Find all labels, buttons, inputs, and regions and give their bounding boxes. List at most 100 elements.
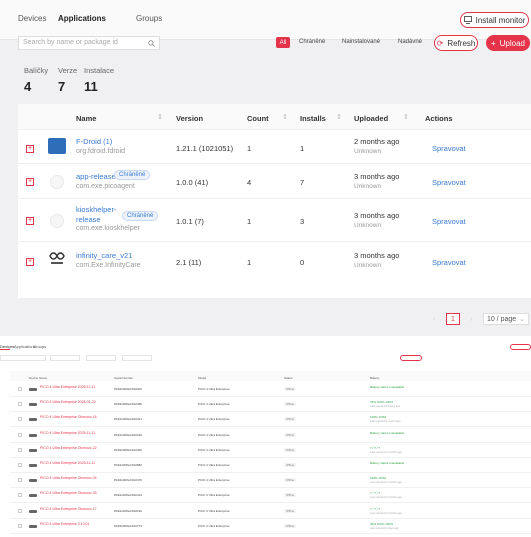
row-checkbox[interactable] (18, 402, 22, 406)
search-button[interactable] (142, 36, 160, 50)
search-input[interactable]: Search by name or package id (18, 36, 160, 50)
sort-icon[interactable]: ⇕ (403, 113, 409, 121)
device-model: PICO 4 Ultra Enterprise (198, 478, 230, 482)
prev-page-button[interactable]: ‹ (429, 313, 439, 325)
headset-icon (29, 494, 37, 497)
device-name[interactable]: PICO 4 Ultra Enterprise Olomouc 22 (40, 446, 97, 450)
app-installs: 1 (300, 144, 305, 153)
row-divider (10, 442, 531, 443)
lower-col-model[interactable]: Model (198, 376, 206, 380)
row-checkbox[interactable] (18, 433, 22, 437)
manage-link[interactable]: Spravovat (432, 144, 466, 153)
col-actions: Actions (425, 114, 453, 123)
headset-icon (29, 479, 37, 482)
app-name[interactable]: app-release (76, 172, 116, 181)
row-checkbox[interactable] (18, 509, 22, 513)
device-name[interactable]: PICO 4 Ultra Enterprise Olomouc 03 (40, 491, 97, 495)
device-name[interactable]: PICO 4 Ultra Enterprise 2026-01-22 (40, 400, 96, 404)
tab-applications[interactable]: Applications (58, 14, 106, 23)
battery-last-reported: Last reported 1 month ago (370, 420, 401, 423)
device-name[interactable]: PICO 4 Ultra Enterprise 3.10.01 (40, 522, 89, 526)
app-name[interactable]: infinity_care_v21 (76, 251, 132, 260)
row-checkbox[interactable] (18, 524, 22, 528)
sort-icon[interactable]: ⇕ (336, 113, 342, 121)
manage-link[interactable]: Spravovat (432, 258, 466, 267)
lower-col-battery[interactable]: Battery (370, 376, 380, 380)
app-name-line1[interactable]: kioskhelper- (76, 205, 116, 214)
lower-refresh-button[interactable] (400, 355, 422, 361)
app-uploader: Unknown (354, 262, 382, 269)
device-name[interactable]: PICO 4 Ultra Enterprise 2025-11-11 (40, 385, 95, 389)
battery-last-reported: Last reported 4 days ago (370, 527, 399, 530)
infinity-care-logo-icon (49, 252, 65, 264)
app-uploader: Unknown (354, 222, 382, 229)
sort-icon[interactable]: ⇕ (282, 113, 288, 121)
device-name[interactable]: PICO 4 Ultra Enterprise 2025-11-11 (40, 431, 95, 435)
expand-row-button[interactable]: + (26, 217, 34, 225)
page-1-button[interactable]: 1 (446, 313, 460, 325)
plus-icon: + (490, 38, 496, 48)
lower-filter-select[interactable] (50, 355, 80, 361)
lower-col-status[interactable]: Status (284, 376, 293, 380)
device-name[interactable]: PICO 4 Ultra Enterprise Olomouc 17 (40, 507, 97, 511)
filter-nadavne[interactable]: Nadávné (398, 39, 422, 45)
app-icon (50, 175, 64, 189)
device-name[interactable]: PICO 4 Ultra Enterprise 2025-11-11 (40, 461, 95, 465)
status-badge: Offline (284, 509, 297, 513)
install-monitor-button[interactable]: Install monitor (460, 12, 529, 28)
col-count[interactable]: Count (247, 114, 269, 123)
expand-row-button[interactable]: + (26, 145, 34, 153)
tab-groups[interactable]: Groups (136, 14, 162, 23)
expand-row-button[interactable]: + (26, 178, 34, 186)
battery-status: Battery status unavailable (370, 431, 405, 435)
battery-status: 46% 100% 100% (370, 522, 394, 526)
row-divider (10, 396, 531, 397)
col-installs[interactable]: Installs (300, 114, 326, 123)
manage-link[interactable]: Spravovat (432, 178, 466, 187)
status-badge: Offline (284, 524, 297, 528)
next-page-button[interactable]: › (466, 313, 476, 325)
status-badge: Offline (284, 387, 297, 391)
app-name-line2[interactable]: release (76, 215, 101, 224)
col-name[interactable]: Name (76, 114, 96, 123)
battery-last-reported: Last reported 2 months ago (370, 512, 402, 515)
refresh-button[interactable]: ⟳ Refresh (434, 35, 478, 51)
upload-button[interactable]: + Upload (486, 35, 530, 51)
lower-install-monitor-button[interactable] (510, 344, 531, 350)
lower-active-tab-indicator (0, 349, 10, 350)
col-version[interactable]: Version (176, 114, 203, 123)
row-checkbox[interactable] (18, 387, 22, 391)
lower-col-serial[interactable]: Serial Number (114, 376, 133, 380)
row-checkbox[interactable] (18, 417, 22, 421)
filter-nainstalovane[interactable]: Nainstalované (342, 39, 380, 45)
refresh-label: Refresh (447, 38, 476, 48)
status-badge: Offline (284, 402, 297, 406)
battery-status: 78% 100% 100% (370, 400, 394, 404)
lower-tab-groups[interactable]: Groups (33, 344, 46, 349)
row-checkbox[interactable] (18, 448, 22, 452)
manage-link[interactable]: Spravovat (432, 217, 466, 226)
stat-installs-label: Instalace (84, 66, 115, 75)
app-name[interactable]: F-Droid (1) (76, 137, 112, 146)
status-badge: Offline (284, 448, 297, 452)
lower-search-input[interactable] (0, 355, 46, 361)
filter-all[interactable]: All (276, 37, 290, 48)
device-model: PICO 4 Ultra Enterprise (198, 524, 230, 528)
row-checkbox[interactable] (18, 463, 22, 467)
row-checkbox[interactable] (18, 478, 22, 482)
tab-devices[interactable]: Devices (18, 14, 46, 23)
device-model: PICO 4 Ultra Enterprise (198, 448, 230, 452)
row-checkbox[interactable] (18, 493, 22, 497)
device-name[interactable]: PICO 4 Ultra Enterprise Olomouc 16 (40, 415, 97, 419)
expand-row-button[interactable]: + (26, 258, 34, 266)
lower-filter-select[interactable] (122, 355, 152, 361)
headset-icon (29, 510, 37, 513)
page-size-select[interactable]: 10 / page ⌄ (483, 313, 529, 325)
col-uploaded[interactable]: Uploaded (354, 114, 388, 123)
sort-icon[interactable]: ⇕ (157, 113, 163, 121)
lower-col-device-name[interactable]: Device Name (29, 376, 47, 380)
app-id: com.exe.picoagent (76, 183, 135, 190)
device-name[interactable]: PICO 4 Ultra Enterprise Olomouc 04 (40, 476, 97, 480)
filter-chranene[interactable]: Chráněné (299, 39, 325, 45)
lower-filter-select[interactable] (86, 355, 116, 361)
